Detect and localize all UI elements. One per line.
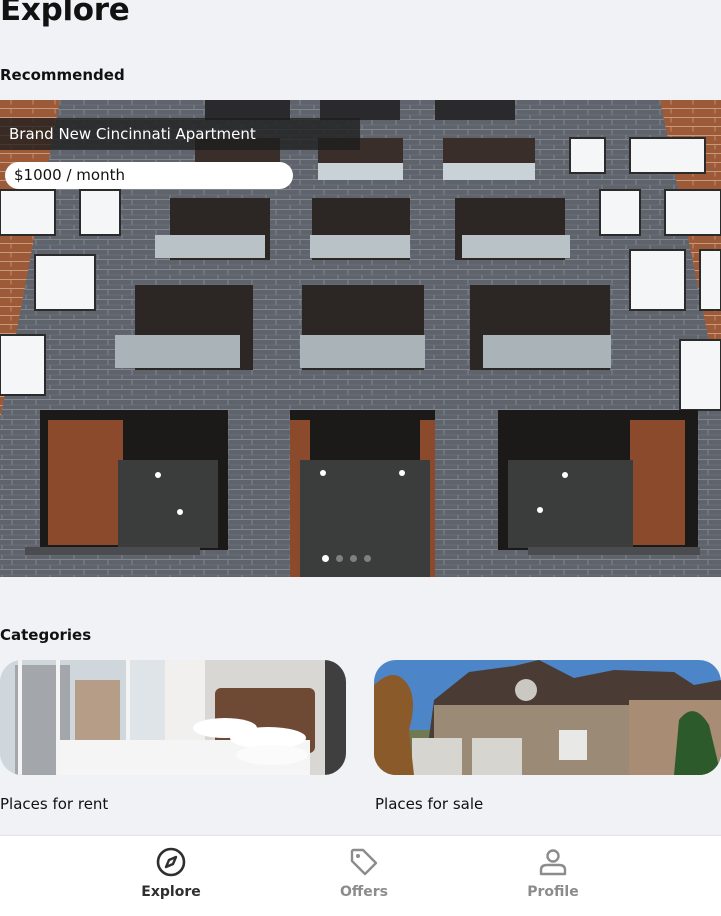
tab-explore[interactable]: Explore [111, 846, 231, 900]
bottom-tab-bar: Explore Offers Profile [0, 835, 721, 916]
user-icon [539, 849, 567, 876]
tab-profile-label: Profile [527, 884, 579, 900]
house-photo [374, 660, 721, 775]
category-label-rent[interactable]: Places for rent [0, 795, 108, 813]
tab-explore-label: Explore [141, 884, 201, 900]
carousel-dot[interactable] [364, 555, 371, 562]
tab-profile[interactable]: Profile [493, 846, 613, 900]
listing-price-badge: $1000 / month [5, 162, 293, 189]
carousel-indicator[interactable] [322, 555, 371, 562]
tab-offers[interactable]: Offers [304, 846, 424, 900]
page-title: Explore [0, 0, 130, 28]
tab-offers-label: Offers [340, 884, 388, 900]
carousel-dot[interactable] [336, 555, 343, 562]
category-card-sale[interactable] [374, 660, 721, 775]
bedroom-photo [0, 660, 346, 775]
compass-icon [156, 847, 186, 877]
carousel-dot[interactable] [322, 555, 329, 562]
tag-icon [350, 848, 378, 876]
category-card-rent[interactable] [0, 660, 346, 775]
recommended-listing-card[interactable]: Brand New Cincinnati Apartment $1000 / m… [0, 100, 721, 577]
categories-heading: Categories [0, 626, 92, 644]
carousel-dot[interactable] [350, 555, 357, 562]
recommended-heading: Recommended [0, 66, 125, 84]
listing-title: Brand New Cincinnati Apartment [0, 118, 360, 150]
category-label-sale[interactable]: Places for sale [375, 795, 483, 813]
